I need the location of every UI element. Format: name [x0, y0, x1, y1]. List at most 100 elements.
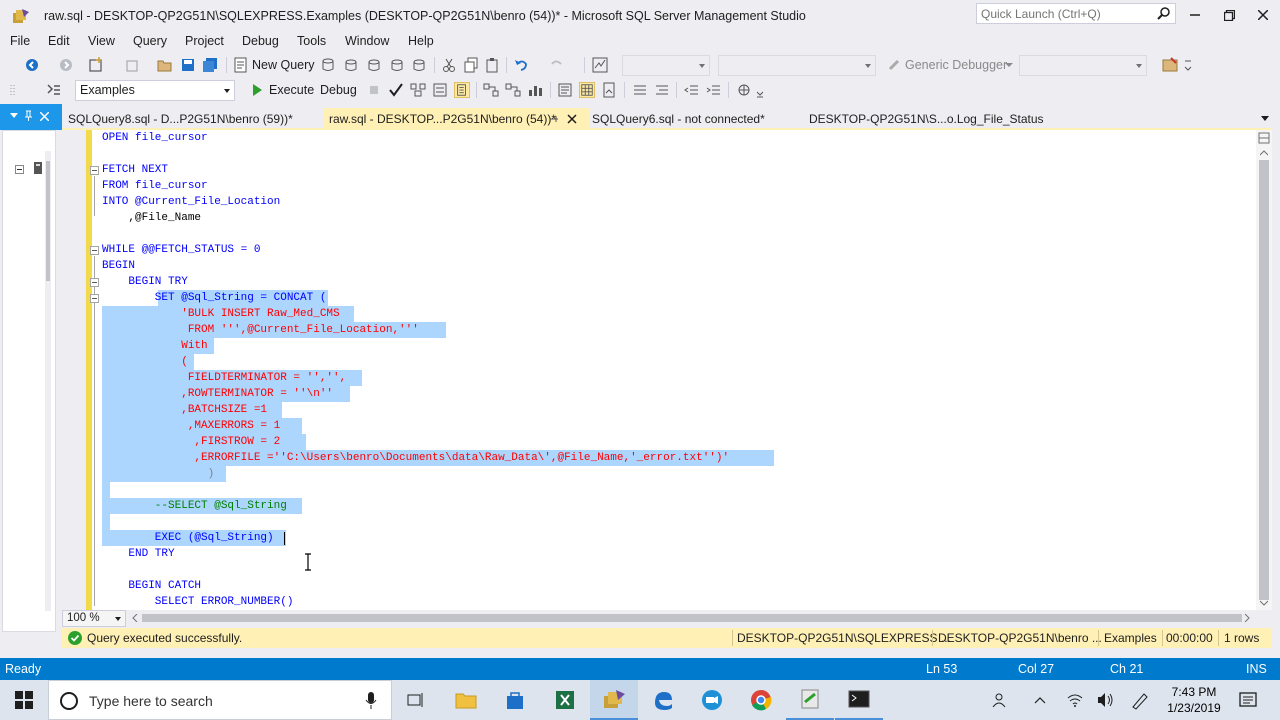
people-icon[interactable]: [992, 692, 1010, 708]
toolbar2-options-icon[interactable]: [756, 82, 764, 98]
add-item-icon[interactable]: [124, 57, 140, 73]
query-options-icon[interactable]: [432, 82, 448, 98]
results-to-grid-icon[interactable]: [579, 82, 595, 98]
editor-vertical-scrollbar[interactable]: [1256, 130, 1272, 610]
task-view-button[interactable]: [392, 680, 440, 720]
parse-icon[interactable]: [388, 82, 404, 98]
taskbar-chrome[interactable]: [737, 680, 785, 720]
pane-dropdown-icon[interactable]: [10, 113, 18, 119]
object-explorer-tree[interactable]: [2, 130, 56, 632]
taskbar-file-explorer[interactable]: [442, 680, 490, 720]
menu-debug[interactable]: Debug: [242, 34, 279, 48]
horizontal-scroll-thumb[interactable]: [142, 614, 1242, 622]
taskbar-skype[interactable]: [688, 680, 736, 720]
new-query-button[interactable]: New Query: [252, 58, 315, 72]
xmla-query-icon[interactable]: [411, 57, 427, 73]
solution-config-select[interactable]: [622, 55, 710, 76]
taskbar-ssms[interactable]: [590, 680, 638, 720]
volume-icon[interactable]: [1096, 692, 1114, 708]
vertical-scroll-thumb[interactable]: [1259, 160, 1269, 600]
tab-sqlquery8[interactable]: SQLQuery8.sql - D...P2G51N\benro (59))*: [62, 108, 299, 130]
taskbar-terminal[interactable]: [835, 680, 883, 720]
taskbar-sql-config[interactable]: [786, 680, 834, 720]
object-explorer-icon[interactable]: [46, 82, 62, 98]
results-to-file-icon[interactable]: [601, 82, 617, 98]
scroll-right-icon[interactable]: [1244, 614, 1250, 622]
include-actual-plan-icon[interactable]: [483, 82, 499, 98]
specify-template-values-icon[interactable]: [736, 82, 752, 98]
close-button[interactable]: [1246, 0, 1280, 30]
pen-workspace-icon[interactable]: [1130, 690, 1150, 710]
cancel-query-icon[interactable]: [366, 82, 382, 98]
new-project-icon[interactable]: [88, 57, 104, 73]
pane-close-icon[interactable]: [40, 112, 49, 121]
tab-overflow-icon[interactable]: [1261, 116, 1269, 122]
debug-button[interactable]: Debug: [320, 83, 357, 97]
taskbar-search[interactable]: Type here to search: [48, 680, 392, 720]
increase-indent-icon[interactable]: [706, 82, 722, 98]
minimize-button[interactable]: [1178, 0, 1212, 30]
taskbar-edge[interactable]: [639, 680, 687, 720]
network-icon[interactable]: [1066, 692, 1084, 708]
undo-icon[interactable]: [513, 57, 529, 73]
taskbar-excel[interactable]: [541, 680, 589, 720]
sql-editor[interactable]: OPEN file_cursor FETCH NEXT FROM file_cu…: [62, 130, 1256, 610]
tab-sqlquery6[interactable]: SQLQuery6.sql - not connected*: [586, 108, 771, 130]
search-icon[interactable]: [1157, 6, 1171, 20]
fold-toggle[interactable]: [90, 278, 99, 287]
menu-edit[interactable]: Edit: [48, 34, 70, 48]
scroll-down-icon[interactable]: [1260, 600, 1268, 606]
forward-icon[interactable]: [58, 57, 74, 73]
display-estimated-plan-icon[interactable]: [410, 82, 426, 98]
toolbar-options-icon[interactable]: [1184, 57, 1192, 73]
paste-icon[interactable]: [484, 57, 500, 73]
client-statistics-icon[interactable]: [527, 82, 543, 98]
activity-monitor-icon[interactable]: [592, 57, 608, 73]
split-icon[interactable]: [1258, 132, 1270, 144]
fold-toggle[interactable]: [90, 294, 99, 303]
zoom-select[interactable]: 100 %: [62, 610, 126, 627]
mdx-query-icon[interactable]: [366, 57, 382, 73]
results-to-text-icon[interactable]: [557, 82, 573, 98]
properties-icon[interactable]: [1162, 57, 1178, 73]
execute-icon[interactable]: [249, 82, 265, 98]
analysis-query-icon[interactable]: [343, 57, 359, 73]
generic-debugger-label[interactable]: Generic Debugger: [905, 58, 1007, 72]
tree-collapse-icon[interactable]: [15, 165, 24, 174]
live-query-stats-icon[interactable]: [505, 82, 521, 98]
copy-icon[interactable]: [463, 57, 479, 73]
fold-toggle[interactable]: [90, 166, 99, 175]
menu-tools[interactable]: Tools: [297, 34, 326, 48]
debugger-icon[interactable]: [886, 57, 902, 73]
available-databases-select[interactable]: Examples: [75, 80, 235, 101]
back-icon[interactable]: [24, 57, 40, 73]
quick-launch-box[interactable]: [976, 3, 1176, 24]
save-icon[interactable]: [180, 57, 196, 73]
open-file-icon[interactable]: [157, 57, 173, 73]
fold-toggle[interactable]: [90, 246, 99, 255]
system-clock[interactable]: 7:43 PM 1/23/2019: [1162, 684, 1226, 716]
start-button[interactable]: [0, 680, 48, 720]
menu-project[interactable]: Project: [185, 34, 224, 48]
tree-scrollbar[interactable]: [45, 151, 51, 611]
menu-query[interactable]: Query: [133, 34, 167, 48]
notifications-icon[interactable]: [1238, 690, 1258, 710]
menu-window[interactable]: Window: [345, 34, 389, 48]
decrease-indent-icon[interactable]: [684, 82, 700, 98]
restore-button[interactable]: [1212, 0, 1246, 30]
show-hidden-icons[interactable]: [1034, 696, 1046, 704]
new-query-icon[interactable]: [233, 57, 249, 73]
pin-icon[interactable]: [24, 110, 33, 122]
tab-log-file-status[interactable]: DESKTOP-QP2G51N\S...o.Log_File_Status: [803, 108, 1050, 130]
uncomment-icon[interactable]: [654, 82, 670, 98]
scroll-left-icon[interactable]: [132, 614, 138, 622]
quick-launch-input[interactable]: [977, 4, 1157, 23]
execute-button[interactable]: Execute: [269, 83, 314, 97]
db-engine-query-icon[interactable]: [320, 57, 336, 73]
comment-out-icon[interactable]: [632, 82, 648, 98]
menu-view[interactable]: View: [88, 34, 115, 48]
debug-target-select[interactable]: [1019, 55, 1147, 76]
tab-close-icon[interactable]: [567, 114, 577, 124]
menu-file[interactable]: File: [10, 34, 30, 48]
scroll-up-icon[interactable]: [1260, 150, 1268, 156]
